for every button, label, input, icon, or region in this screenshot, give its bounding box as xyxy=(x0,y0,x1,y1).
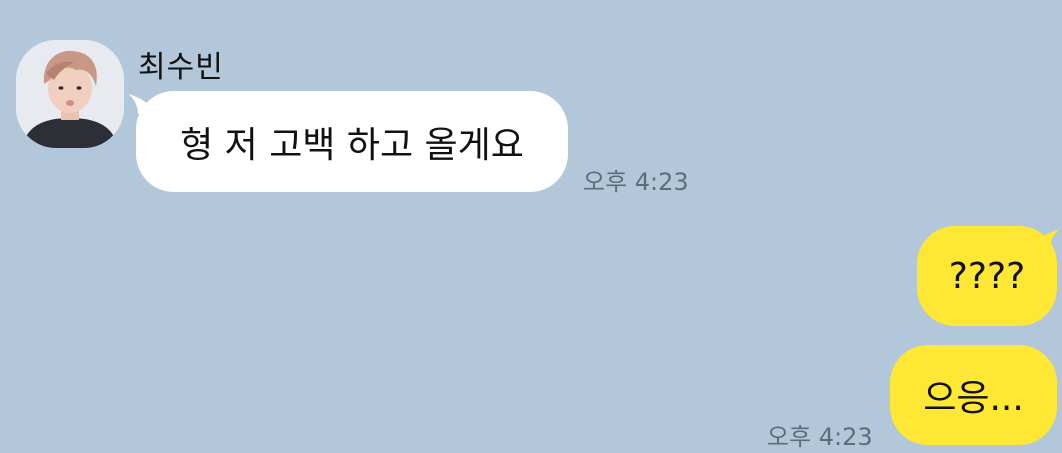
incoming-message-time: 오후 4:23 xyxy=(583,168,689,196)
incoming-message-text: 형 저 고백 하고 올게요 xyxy=(180,124,524,166)
outgoing-message-time: 오후 4:23 xyxy=(767,423,873,451)
outgoing-message-text: 으응... xyxy=(923,378,1024,419)
outgoing-bubble-tail xyxy=(1038,229,1060,249)
outgoing-message-bubble[interactable]: ???? xyxy=(917,226,1057,326)
sender-avatar[interactable] xyxy=(16,40,124,148)
profile-photo-icon xyxy=(16,40,124,148)
outgoing-message-bubble[interactable]: 으응... xyxy=(890,345,1057,445)
sender-name: 최수빈 xyxy=(138,50,224,85)
incoming-message-bubble[interactable]: 형 저 고백 하고 올게요 xyxy=(136,91,568,192)
outgoing-message-text: ???? xyxy=(948,255,1026,297)
